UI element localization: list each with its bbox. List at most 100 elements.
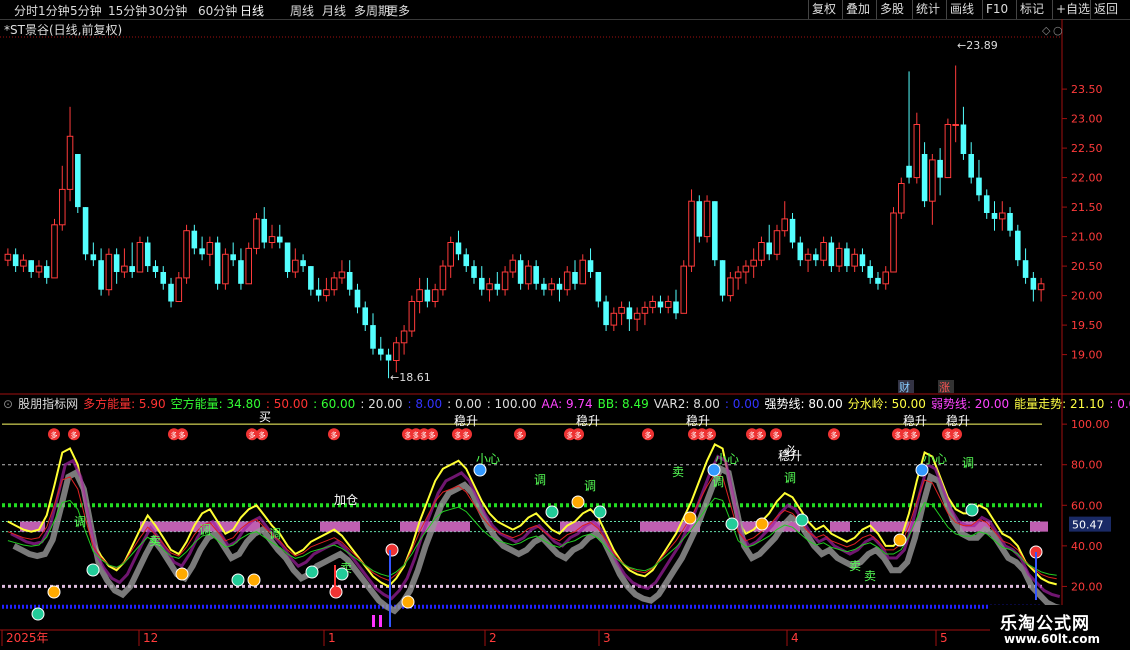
candle-body-88 (688, 200, 695, 267)
gray-ribbon (12, 464, 1064, 615)
candle-body-40 (315, 289, 322, 296)
candle-body-47 (370, 325, 376, 349)
ind-ytick-label-4: 100.00 (1071, 418, 1110, 431)
toolbar-right-1[interactable]: 叠加 (842, 0, 873, 19)
annotation-5: 稳升 (946, 413, 970, 428)
pink-band-8 (870, 521, 920, 532)
candle-body-12 (98, 260, 104, 290)
candle-body-45 (354, 289, 361, 308)
candle-body-46 (362, 307, 369, 326)
annotation-20: 卖 (672, 465, 684, 479)
annotation-14: 调 (74, 515, 86, 529)
period-7[interactable]: 周线 (290, 2, 314, 19)
ytick-label-7: 22.50 (1071, 142, 1103, 155)
candle-body-33 (261, 218, 268, 243)
annotation-3: 稳升 (686, 413, 710, 428)
annotation-7: 小心 (476, 452, 500, 466)
pink-band-3 (400, 521, 470, 532)
candle-body-11 (90, 254, 97, 261)
period-10[interactable]: 更多 (386, 2, 410, 19)
toolbar-right-8[interactable]: 返回 (1090, 0, 1121, 19)
toolbar-right-0[interactable]: 复权 (808, 0, 839, 19)
period-4[interactable]: 30分钟 (148, 2, 187, 19)
indicator-field-6: : 0.00 (447, 397, 482, 411)
candle-body-102 (797, 242, 804, 261)
candle-body-2 (20, 259, 27, 267)
toolbar-right-4[interactable]: 画线 (946, 0, 977, 19)
candle-body-68 (533, 266, 539, 284)
date-label-3: 2 (489, 631, 497, 645)
candle-body-44 (346, 272, 353, 290)
period-6[interactable]: 日线 (240, 2, 264, 19)
period-3[interactable]: 15分钟 (108, 2, 147, 19)
buy-badge-24 (892, 428, 904, 441)
buy-badge-text-3: 多 (179, 430, 186, 439)
indicator-field-1: 空方能量: 34.80 (170, 397, 261, 411)
indicator-field-12: 强势线: 80.00 (764, 397, 843, 411)
buy-badge-text-7: 多 (405, 430, 412, 439)
pink-band-10 (1030, 521, 1048, 532)
signal-icon-16 (707, 463, 721, 477)
buy-badge-27 (942, 428, 954, 441)
period-9[interactable]: 多周期 (354, 2, 390, 19)
signal-icon-1 (47, 585, 61, 599)
signal-icon-3 (175, 567, 189, 581)
buy-badge-text-13: 多 (517, 430, 524, 439)
candle-body-7 (58, 188, 66, 226)
toolbar-right-6[interactable]: 标记 (1016, 0, 1047, 19)
toolbar-right-7[interactable]: +自选 (1052, 0, 1093, 19)
period-2[interactable]: 5分钟 (70, 2, 102, 19)
period-0[interactable]: 分时 (14, 2, 38, 19)
candle-body-24 (191, 230, 198, 249)
buy-badge-25 (900, 428, 912, 441)
period-8[interactable]: 月线 (322, 2, 346, 19)
indicator-settings-icon[interactable]: ⊙ (3, 397, 13, 411)
toolbar-right-5[interactable]: F10 (982, 0, 1011, 19)
buy-badge-text-22: 多 (773, 430, 780, 439)
buy-badge-15 (572, 428, 584, 441)
buy-badge-text-2: 多 (171, 430, 178, 439)
signal-icon-21 (915, 463, 929, 477)
annotation-13: 调 (962, 456, 974, 470)
candle-body-95 (742, 265, 750, 273)
candle-body-103 (804, 253, 812, 261)
buy-badge-text-18: 多 (699, 430, 706, 439)
toolbar-right-3[interactable]: 统计 (912, 0, 943, 19)
candle-body-105 (820, 242, 827, 261)
candle-body-108 (844, 248, 850, 267)
indicator-field-4: : 20.00 (360, 397, 403, 411)
candle-body-86 (673, 301, 679, 314)
buy-badge-2 (168, 428, 180, 441)
ytick-label-6: 22.00 (1071, 172, 1103, 185)
candle-body-96 (750, 259, 757, 267)
signal-icon-23 (1029, 545, 1043, 559)
buy-badge-28 (950, 428, 962, 441)
candle-body-61 (478, 277, 485, 290)
candle-body-65 (509, 259, 517, 273)
period-1[interactable]: 1分钟 (38, 2, 70, 19)
watermark-line2: www.60lt.com (1004, 632, 1101, 646)
candle-body-112 (875, 277, 881, 284)
annotation-11: 调 (584, 479, 596, 493)
buy-badge-4 (246, 428, 258, 441)
candle-body-54 (424, 289, 431, 302)
buy-badge-text-17: 多 (691, 430, 698, 439)
pink-band-2 (320, 521, 360, 532)
pink-band-1 (140, 521, 260, 532)
buy-badge-0 (48, 428, 60, 441)
ytick-label-9: 23.50 (1071, 83, 1103, 96)
buy-badge-20 (746, 428, 758, 441)
annotation-21: 卖 (849, 559, 861, 573)
candle-body-26 (206, 242, 214, 255)
toolbar-right-2[interactable]: 多股 (876, 0, 907, 19)
current-value: 50.47 (1072, 519, 1104, 532)
ytick-label-4: 21.00 (1071, 231, 1103, 244)
candle-body-42 (330, 277, 338, 291)
period-5[interactable]: 60分钟 (198, 2, 237, 19)
buy-badge-text-0: 多 (51, 430, 58, 439)
candle-body-0 (4, 253, 12, 261)
buy-badge-text-20: 多 (749, 430, 756, 439)
candle-body-119 (929, 159, 936, 202)
watermark-logo: 乐淘公式网 www.60lt.com (990, 605, 1130, 650)
indicator-name: 股朋指标网 (18, 397, 79, 411)
